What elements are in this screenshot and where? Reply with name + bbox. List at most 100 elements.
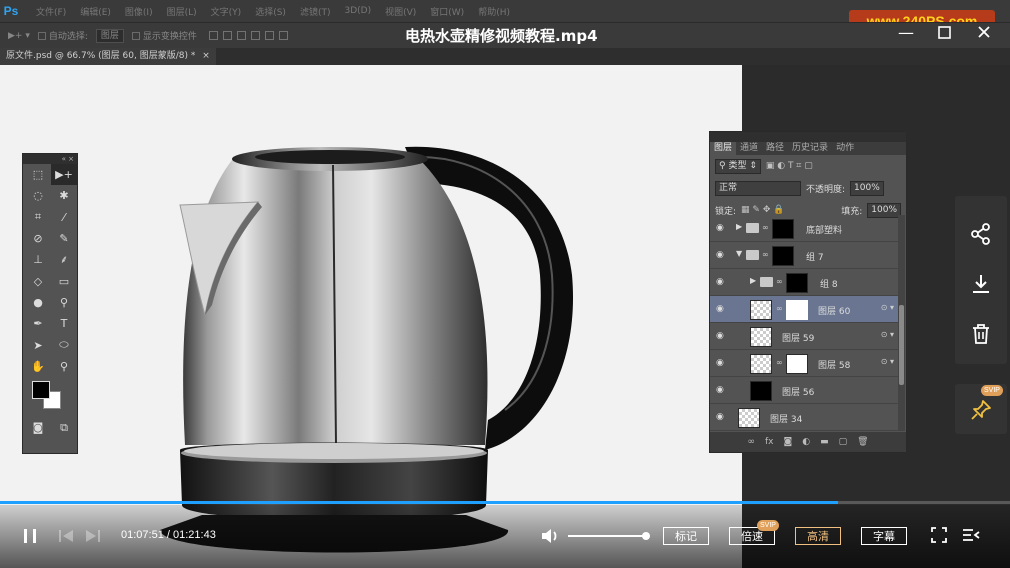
expand-arrow-icon[interactable]: ▶ bbox=[736, 222, 742, 231]
pause-icon[interactable] bbox=[20, 525, 40, 547]
align-icon[interactable] bbox=[236, 31, 246, 40]
volume-knob[interactable] bbox=[642, 532, 650, 540]
visibility-eye-icon[interactable]: ◉ bbox=[716, 223, 728, 233]
screen-mode-icon[interactable]: ⧉ bbox=[51, 417, 77, 438]
tab-layers[interactable]: 图层 bbox=[710, 142, 737, 155]
lock-icons[interactable]: ▦ ✎ ✥ 🔒 bbox=[741, 205, 784, 215]
history-brush-tool-icon[interactable]: ⸙ bbox=[51, 249, 77, 270]
visibility-eye-icon[interactable]: ◉ bbox=[716, 412, 728, 422]
blur-tool-icon[interactable]: ● bbox=[25, 292, 51, 313]
zoom-tool-icon[interactable]: ⚲ bbox=[51, 356, 77, 377]
adjustment-layer-icon[interactable]: ◐ bbox=[802, 437, 810, 447]
delete-icon[interactable] bbox=[955, 310, 1007, 358]
layer-row[interactable]: ◉ 图层 34 bbox=[710, 404, 900, 431]
visibility-eye-icon[interactable]: ◉ bbox=[716, 358, 728, 368]
tab-paths[interactable]: 路径 bbox=[762, 142, 788, 155]
scrollbar-thumb[interactable] bbox=[899, 305, 904, 385]
move-tool-icon[interactable]: ▶+ bbox=[51, 164, 77, 186]
menu-select[interactable]: 选择(S) bbox=[255, 5, 286, 18]
fullscreen-icon[interactable] bbox=[929, 525, 949, 545]
next-icon[interactable] bbox=[84, 525, 102, 547]
crop-tool-icon[interactable]: ⌗ bbox=[25, 207, 51, 228]
auto-select-dropdown[interactable]: 图层 bbox=[95, 28, 124, 43]
mark-button[interactable]: 标记 bbox=[663, 527, 709, 545]
previous-icon[interactable] bbox=[57, 525, 75, 547]
align-icon[interactable] bbox=[264, 31, 274, 40]
align-icon[interactable] bbox=[250, 31, 260, 40]
layers-scrollbar[interactable] bbox=[898, 215, 905, 431]
canvas[interactable] bbox=[0, 65, 742, 568]
ellipse-tool-icon[interactable]: ⬭ bbox=[51, 334, 77, 355]
visibility-eye-icon[interactable]: ◉ bbox=[716, 331, 728, 341]
lasso-tool-icon[interactable]: ◌ bbox=[25, 185, 51, 206]
path-selection-tool-icon[interactable]: ➤ bbox=[25, 334, 51, 355]
align-buttons[interactable] bbox=[208, 31, 288, 40]
blend-mode-dropdown[interactable]: 正常 bbox=[715, 180, 801, 196]
visibility-eye-icon[interactable]: ◉ bbox=[716, 277, 728, 287]
clone-stamp-tool-icon[interactable]: ⊥ bbox=[25, 249, 51, 270]
color-swatches[interactable] bbox=[23, 377, 77, 417]
align-icon[interactable] bbox=[208, 31, 218, 40]
pen-tool-icon[interactable]: ✒ bbox=[25, 313, 51, 334]
type-tool-icon[interactable]: T bbox=[51, 313, 77, 334]
brush-tool-icon[interactable]: ✎ bbox=[51, 228, 77, 249]
gradient-tool-icon[interactable]: ▭ bbox=[51, 270, 77, 291]
menu-help[interactable]: 帮助(H) bbox=[478, 5, 510, 18]
subtitle-button[interactable]: 字幕 bbox=[861, 527, 907, 545]
menu-filter[interactable]: 滤镜(T) bbox=[300, 5, 331, 18]
menu-type[interactable]: 文字(Y) bbox=[211, 5, 242, 18]
playlist-icon[interactable] bbox=[961, 525, 981, 545]
effects-icon[interactable]: ⊙ ▾ bbox=[881, 357, 894, 366]
layer-row[interactable]: ◉ ▼ ∞ 组 7 bbox=[710, 242, 900, 269]
close-icon[interactable] bbox=[974, 22, 994, 42]
move-tool-icon[interactable]: ▶+ ▾ bbox=[8, 31, 30, 41]
panel-header[interactable] bbox=[710, 132, 906, 142]
volume-slider[interactable] bbox=[568, 532, 650, 540]
layer-row[interactable]: ◉ 图层 56 bbox=[710, 377, 900, 404]
eraser-tool-icon[interactable]: ◇ bbox=[25, 270, 51, 291]
progress-bar[interactable] bbox=[0, 501, 1010, 504]
tab-history[interactable]: 历史记录 bbox=[788, 142, 832, 155]
new-group-icon[interactable]: ▬ bbox=[820, 437, 829, 447]
layer-mask-thumbnail[interactable] bbox=[786, 354, 808, 374]
layer-row[interactable]: ◉ ∞ 图层 60 ⊙ ▾ bbox=[710, 296, 900, 323]
menu-file[interactable]: 文件(F) bbox=[36, 5, 66, 18]
layer-row[interactable]: ◉ ∞ 图层 58 ⊙ ▾ bbox=[710, 350, 900, 377]
menu-edit[interactable]: 编辑(E) bbox=[80, 5, 111, 18]
menu-view[interactable]: 视图(V) bbox=[385, 5, 416, 18]
download-icon[interactable] bbox=[955, 260, 1007, 308]
layer-row[interactable]: ◉ 图层 59 ⊙ ▾ bbox=[710, 323, 900, 350]
visibility-eye-icon[interactable]: ◉ bbox=[716, 250, 728, 260]
menu-layer[interactable]: 图层(L) bbox=[167, 5, 197, 18]
hand-tool-icon[interactable]: ✋ bbox=[25, 356, 51, 377]
menu-window[interactable]: 窗口(W) bbox=[430, 5, 464, 18]
volume-icon[interactable] bbox=[540, 525, 562, 547]
visibility-eye-icon[interactable]: ◉ bbox=[716, 304, 728, 314]
quality-button[interactable]: 高清 bbox=[795, 527, 841, 545]
effects-icon[interactable]: ⊙ ▾ bbox=[881, 330, 894, 339]
visibility-eye-icon[interactable]: ◉ bbox=[716, 385, 728, 395]
filter-icons[interactable]: ▣ ◐ T ⌗ ▢ bbox=[766, 161, 813, 171]
share-icon[interactable] bbox=[955, 210, 1007, 258]
foreground-color[interactable] bbox=[32, 380, 50, 399]
opacity-input[interactable]: 100% bbox=[850, 180, 884, 196]
new-layer-icon[interactable]: ▢ bbox=[839, 437, 848, 447]
pin-button[interactable]: SVIP bbox=[955, 384, 1007, 434]
align-icon[interactable] bbox=[278, 31, 288, 40]
collapse-arrow-icon[interactable]: ▼ bbox=[736, 249, 742, 258]
menu-image[interactable]: 图像(I) bbox=[125, 5, 153, 18]
minimize-icon[interactable]: — bbox=[896, 22, 916, 42]
magic-wand-tool-icon[interactable]: ✱ bbox=[51, 185, 77, 206]
eyedropper-tool-icon[interactable]: ⁄ bbox=[51, 207, 77, 228]
document-tab[interactable]: 原文件.psd @ 66.7% (图层 60, 图层蒙版/8) * × bbox=[0, 48, 216, 65]
layer-filter-dropdown[interactable]: ⚲ 类型 ⇕ bbox=[715, 158, 761, 174]
trash-icon[interactable]: 🗑 bbox=[857, 437, 868, 447]
marquee-tool-icon[interactable]: ⬚ bbox=[25, 164, 51, 185]
tab-channels[interactable]: 通道 bbox=[736, 142, 762, 155]
close-icon[interactable]: × bbox=[202, 51, 210, 61]
quick-mask-icon[interactable]: ◙ bbox=[25, 417, 51, 438]
align-icon[interactable] bbox=[222, 31, 232, 40]
dodge-tool-icon[interactable]: ⚲ bbox=[51, 292, 77, 313]
healing-brush-tool-icon[interactable]: ⊘ bbox=[25, 228, 51, 249]
maximize-icon[interactable] bbox=[934, 22, 954, 42]
